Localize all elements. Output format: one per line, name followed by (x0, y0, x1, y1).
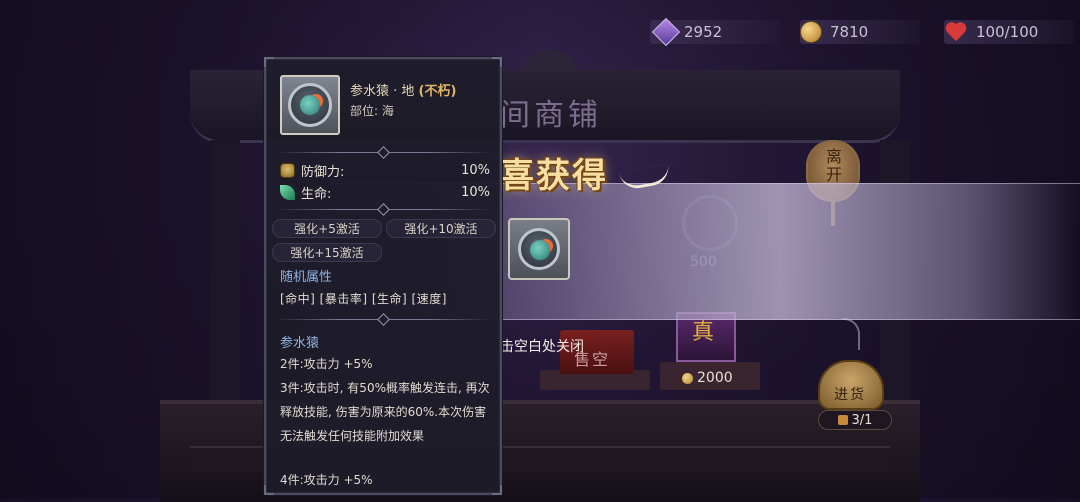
item-quality: (不朽) (418, 84, 457, 99)
item-name-text: 参水猿 · 地 (350, 84, 415, 99)
gold-counter: 7810 (800, 20, 868, 44)
health-value: 100/100 (976, 23, 1039, 41)
panel-corner (492, 57, 502, 67)
enhance-tag: 强化+5激活 (272, 219, 382, 238)
close-hint: 击空白处关闭 (500, 339, 584, 355)
set-bonus-4: 4件:攻击力 +5% (280, 473, 373, 487)
shop-item-price: 2000 (682, 370, 733, 386)
stat-value: 10% (461, 184, 490, 200)
item-icon-frame (280, 75, 340, 135)
leaf-icon (280, 184, 295, 200)
stat-value: 10% (461, 162, 490, 178)
shop-item-price-value: 2000 (697, 370, 733, 386)
gem-counter: 2952 (651, 17, 723, 47)
enhance-tag: 强化+10激活 (386, 219, 496, 238)
set-name: 参水猿 (280, 336, 320, 351)
enhance-tag: 强化+15激活 (272, 243, 382, 262)
stat-label: 防御力: (301, 164, 345, 180)
stat-label: 生命: (301, 186, 332, 202)
panel-corner (264, 485, 274, 495)
restock-count-value: 3/1 (851, 412, 873, 428)
shop-sign: 间商铺 (500, 98, 602, 133)
set-bonus-2: 2件:攻击力 +5% (280, 357, 373, 371)
reward-item-slot[interactable] (508, 218, 570, 280)
random-attr-title: 随机属性 (280, 270, 333, 285)
item-name: 参水猿 · 地 (不朽) (350, 80, 456, 99)
gold-coin-icon (800, 21, 822, 43)
health-counter: 100/100 (946, 20, 1038, 44)
purple-gem-icon (651, 17, 681, 47)
coin-icon (682, 372, 693, 384)
stat-row-defense: 防御力: 10% (280, 161, 490, 180)
heart-icon (946, 21, 968, 43)
leave-button-label: 离开 (826, 147, 843, 184)
gem-value: 2952 (684, 23, 723, 41)
divider (276, 147, 490, 157)
scroll-icon (837, 415, 848, 425)
item-slot: 部位: 海 (350, 104, 394, 118)
equipment-medal-icon (288, 83, 332, 127)
reward-title: 喜获得 (500, 156, 608, 196)
set-bonus-3: 3件:攻击时, 有50%概率触发连击, 再次释放技能, 伤害为原来的60%.本次… (280, 381, 490, 443)
equipment-medal-icon (518, 228, 560, 270)
restock-button-label: 进货 (834, 387, 866, 403)
shield-icon (280, 162, 295, 178)
divider (276, 314, 490, 324)
panel-corner (264, 57, 274, 67)
stat-row-health: 生命: 10% (280, 183, 490, 202)
random-attr-list: [命中] [暴击率] [生命] [速度] (280, 292, 447, 306)
gold-value: 7810 (830, 23, 869, 41)
divider (276, 204, 490, 214)
restock-count-badge: 3/1 (818, 410, 892, 430)
